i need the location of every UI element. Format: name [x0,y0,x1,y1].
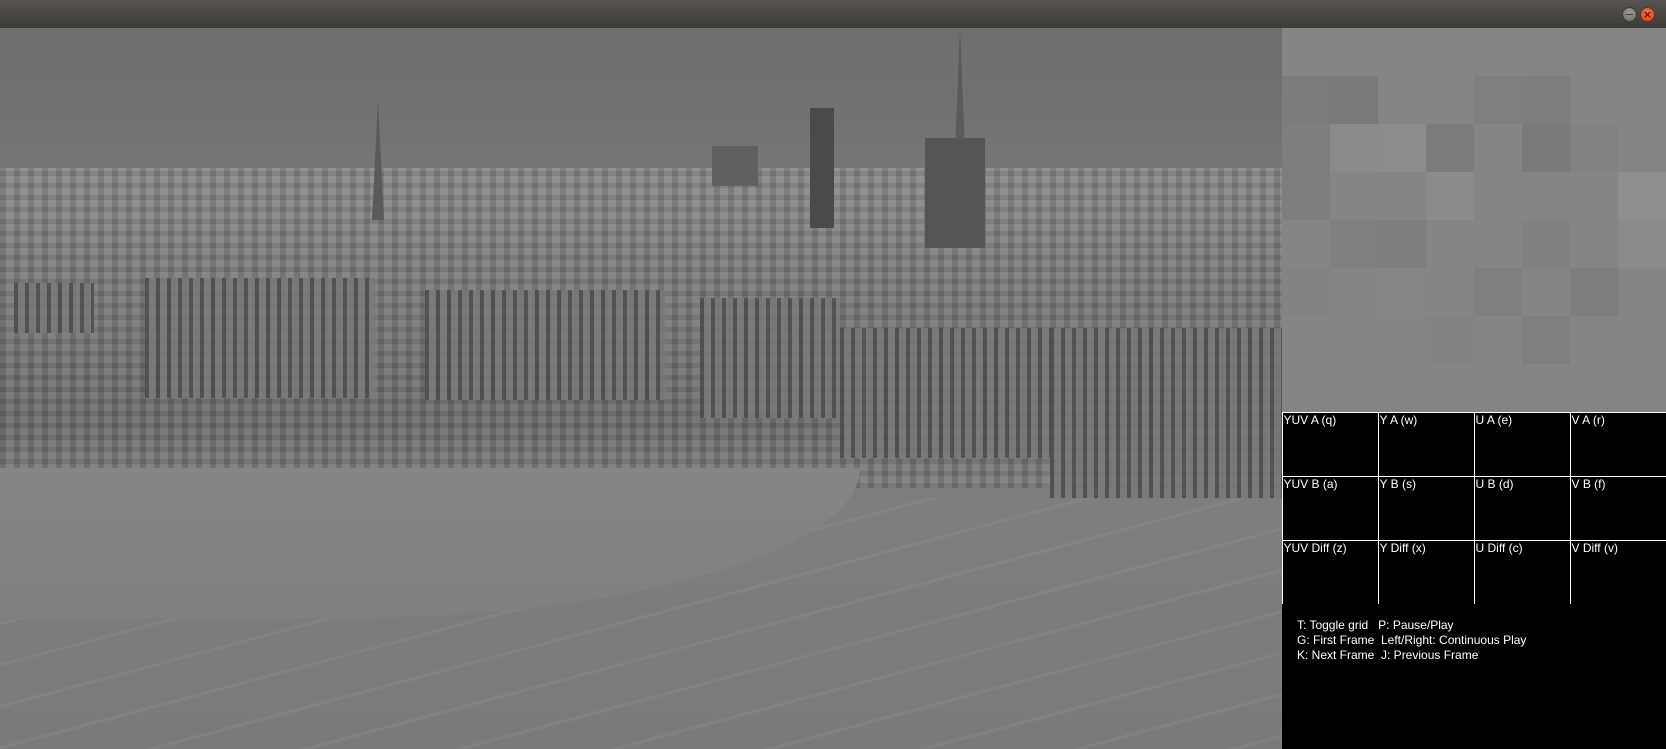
help-line: K: Next Frame J: Previous Frame [1297,648,1479,662]
video-frame-view[interactable] [0,28,1282,749]
church-spire-left [372,100,384,220]
help-line: G: First Frame Left/Right: Continuous Pl… [1297,633,1527,647]
building-block-4 [840,328,1050,458]
zoom-block [1378,220,1426,268]
zoom-block [1282,268,1330,316]
building-block-3 [700,298,840,418]
zoom-block [1474,76,1522,124]
distant-building [712,146,758,186]
cell-yuv-diff[interactable]: YUV Diff (z) [1281,539,1379,605]
zoom-block [1522,220,1570,268]
cell-u-diff[interactable]: U Diff (c) [1473,539,1571,605]
zoom-block [1378,268,1426,316]
title-bar[interactable]: − × [0,0,1666,29]
zoom-block-view [1282,28,1666,412]
zoom-block [1330,76,1378,124]
cell-u-b[interactable]: U B (d) [1473,475,1571,541]
keyboard-help-panel: T: Toggle grid P: Pause/Play G: First Fr… [1282,604,1666,749]
cell-y-a[interactable]: Y A (w) [1377,411,1475,477]
zoom-block [1426,316,1474,364]
zoom-block [1330,124,1378,172]
minimize-icon[interactable]: − [1622,7,1637,22]
zoom-block [1282,172,1330,220]
church-body [925,138,985,248]
zoom-block [1618,220,1666,268]
zoom-block [1378,124,1426,172]
zoom-block [1522,124,1570,172]
zoom-block [1570,268,1618,316]
cell-y-b[interactable]: Y B (s) [1377,475,1475,541]
cell-v-diff[interactable]: V Diff (v) [1569,539,1666,605]
clock-tower [810,108,834,228]
zoom-block [1474,268,1522,316]
zoom-block [1522,316,1570,364]
building-block-5 [1050,328,1282,498]
cell-yuv-a[interactable]: YUV A (q) [1281,411,1379,477]
help-line: T: Toggle grid P: Pause/Play [1297,618,1454,632]
cell-v-b[interactable]: V B (f) [1569,475,1666,541]
zoom-block [1282,76,1330,124]
zoom-block [1426,124,1474,172]
plane-selection-grid: YUV A (q) Y A (w) U A (e) V A (r) YUV B … [1281,411,1666,605]
building-block-1 [145,278,375,398]
cell-v-a[interactable]: V A (r) [1569,411,1666,477]
building-block-6 [14,283,94,333]
zoom-block [1570,124,1618,172]
zoom-block [1618,172,1666,220]
zoom-block [1282,124,1330,172]
cell-y-diff[interactable]: Y Diff (x) [1377,539,1475,605]
application-window: − × YUV A (q) Y A (w) U A (e) V A (r) YU… [0,0,1666,749]
building-block-2 [425,290,665,400]
cell-u-a[interactable]: U A (e) [1473,411,1571,477]
cell-yuv-b[interactable]: YUV B (a) [1281,475,1379,541]
zoom-block [1426,172,1474,220]
zoom-block [1522,76,1570,124]
close-icon[interactable]: × [1640,7,1655,22]
zoom-block [1330,220,1378,268]
